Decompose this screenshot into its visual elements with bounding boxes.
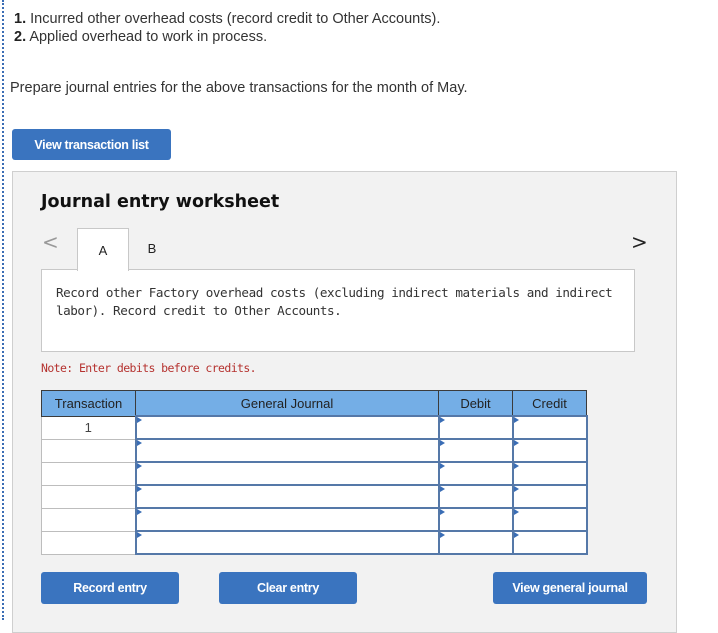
header-general-journal: General Journal [135,390,439,417]
left-dotted-border [2,0,4,620]
table-row [41,507,588,532]
chevron-left-icon[interactable]: < [42,230,59,254]
header-debit: Debit [438,390,513,417]
view-general-journal-button[interactable]: View general journal [493,572,647,604]
header-credit: Credit [512,390,587,417]
transaction-cell: 1 [41,415,136,440]
tab-b[interactable]: B [127,228,177,269]
transaction-cell [41,484,136,509]
input-marker-icon [439,463,445,469]
chevron-right-icon[interactable]: > [631,230,648,254]
debit-input[interactable] [437,530,514,555]
debit-input[interactable] [437,415,514,440]
input-marker-icon [439,486,445,492]
view-transaction-list-button[interactable]: View transaction list [12,129,171,160]
input-marker-icon [513,417,519,423]
table-row [41,484,588,509]
dropdown-marker-icon [136,440,142,446]
tab-a[interactable]: A [77,228,129,271]
credit-input[interactable] [511,438,588,463]
account-input[interactable] [134,461,440,486]
account-input[interactable] [134,530,440,555]
credit-input[interactable] [511,484,588,509]
account-input[interactable] [134,438,440,463]
transaction-cell [41,438,136,463]
credit-input[interactable] [511,415,588,440]
input-marker-icon [513,486,519,492]
input-marker-icon [439,509,445,515]
input-marker-icon [513,509,519,515]
record-entry-button[interactable]: Record entry [41,572,179,604]
debit-input[interactable] [437,461,514,486]
dropdown-marker-icon [136,509,142,515]
debit-input[interactable] [437,484,514,509]
question-item: 1. Incurred other overhead costs (record… [14,11,441,27]
transaction-cell [41,507,136,532]
header-transaction: Transaction [41,390,136,417]
dropdown-marker-icon [136,417,142,423]
account-input[interactable] [134,415,440,440]
dropdown-marker-icon [136,486,142,492]
worksheet-title: Journal entry worksheet [41,192,280,212]
question-list: 1. Incurred other overhead costs (record… [14,10,440,46]
input-marker-icon [439,417,445,423]
transaction-cell [41,461,136,486]
input-marker-icon [513,532,519,538]
input-marker-icon [513,463,519,469]
table-row [41,461,588,486]
question-item: 2. Applied overhead to work in process. [14,29,268,45]
debit-input[interactable] [437,438,514,463]
table-header-row: Transaction General Journal Debit Credit [41,390,587,417]
account-input[interactable] [134,484,440,509]
table-row [41,438,588,463]
credit-input[interactable] [511,530,588,555]
account-input[interactable] [134,507,440,532]
instructions-text: Prepare journal entries for the above tr… [10,80,468,96]
dropdown-marker-icon [136,532,142,538]
journal-table: Transaction General Journal Debit Credit… [41,390,588,555]
note-text: Note: Enter debits before credits. [41,361,257,375]
entry-description: Record other Factory overhead costs (exc… [41,269,635,352]
journal-entry-worksheet: Journal entry worksheet < A B > Record o… [12,171,677,633]
input-marker-icon [439,440,445,446]
dropdown-marker-icon [136,463,142,469]
credit-input[interactable] [511,507,588,532]
table-row [41,530,588,555]
input-marker-icon [513,440,519,446]
debit-input[interactable] [437,507,514,532]
transaction-cell [41,530,136,555]
input-marker-icon [439,532,445,538]
credit-input[interactable] [511,461,588,486]
clear-entry-button[interactable]: Clear entry [219,572,357,604]
table-row: 1 [41,415,588,440]
